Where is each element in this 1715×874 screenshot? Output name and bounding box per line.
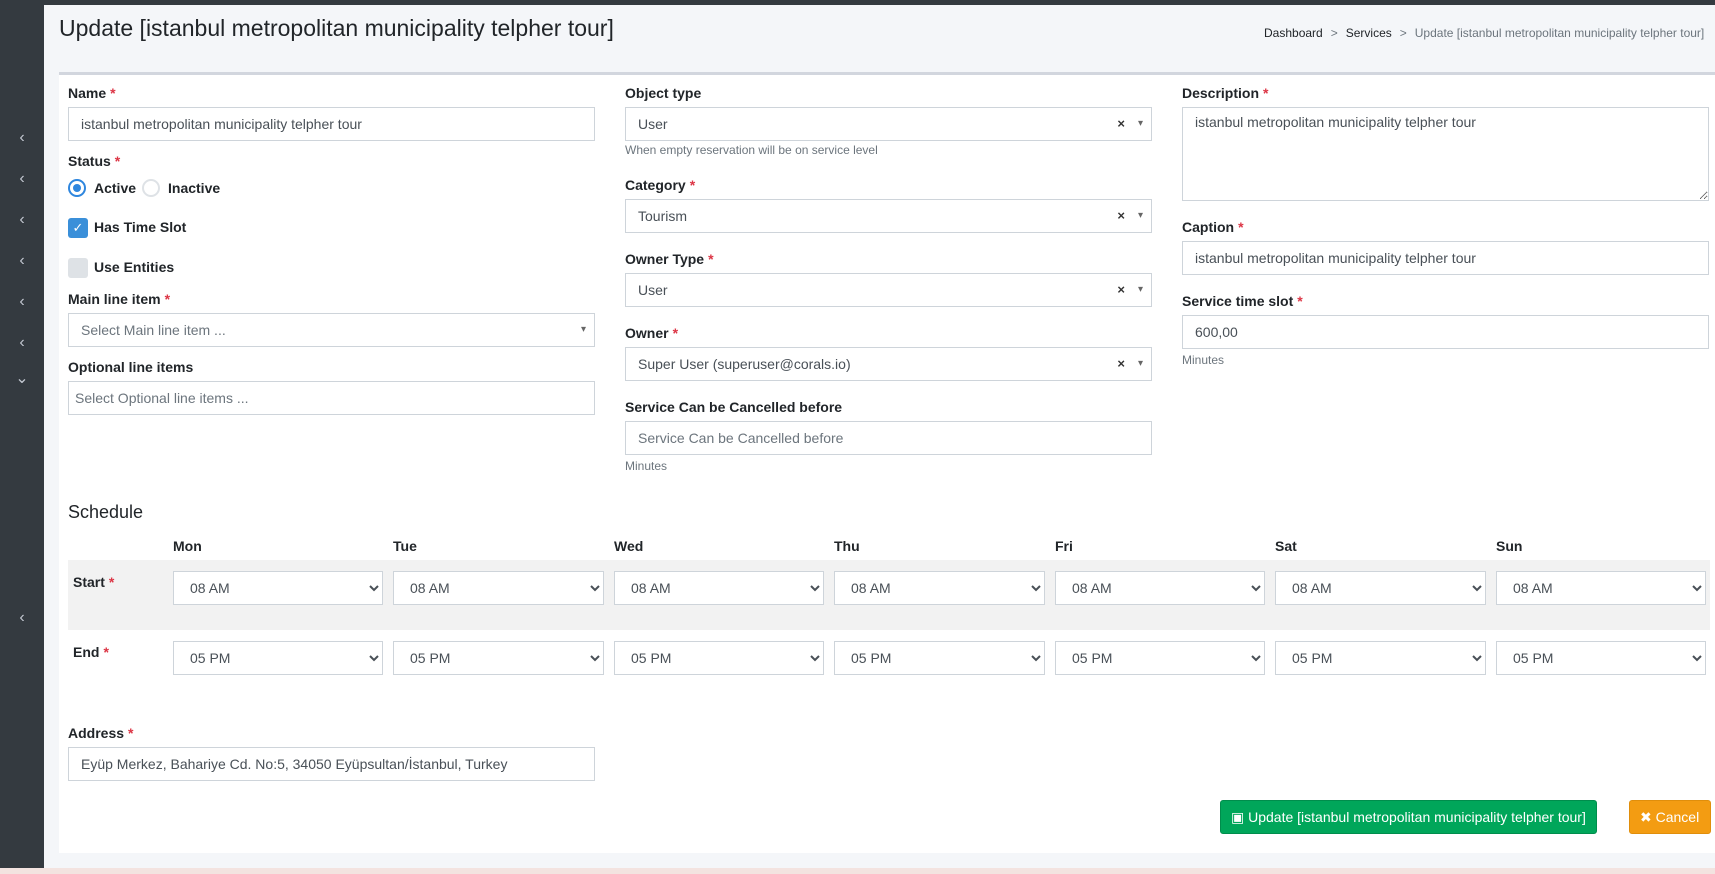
- schedule-day-header: Mon: [173, 538, 202, 554]
- sidebar-chevron-left-icon[interactable]: ‹: [0, 169, 44, 189]
- schedule-title: Schedule: [68, 502, 144, 522]
- object-type-label: Object type: [625, 85, 702, 101]
- form-card: Name * istanbul metropolitan municipality…: [59, 72, 1715, 853]
- sidebar-chevron-left-icon[interactable]: ‹: [0, 292, 44, 312]
- sidebar-chevron-left-icon[interactable]: ‹: [0, 333, 44, 353]
- chevron-down-icon: ▾: [1137, 284, 1143, 295]
- main-content: Update [istanbul metropolitan municipali…: [44, 5, 1715, 868]
- breadcrumb-separator: >: [1399, 26, 1407, 40]
- schedule-start-tue-select[interactable]: 08 AM: [393, 571, 604, 605]
- clear-icon[interactable]: ×: [1117, 108, 1125, 140]
- service-time-slot-label: Service time slot *: [1182, 293, 1303, 309]
- name-label: Name *: [68, 85, 116, 101]
- chevron-down-icon: ▾: [1137, 118, 1143, 129]
- optional-line-items-label: Optional line items: [68, 359, 194, 375]
- schedule-day-header: Fri: [1055, 538, 1073, 554]
- address-input[interactable]: Eyüp Merkez, Bahariye Cd. No:5, 34050 Ey…: [68, 747, 595, 781]
- status-active-label: Active: [94, 180, 137, 196]
- sidebar-chevron-left-icon[interactable]: ‹: [0, 608, 44, 628]
- schedule-day-header: Sun: [1496, 538, 1523, 554]
- object-type-help: When empty reservation will be on servic…: [625, 143, 878, 157]
- sidebar-chevron-left-icon[interactable]: ‹: [0, 210, 44, 230]
- has-time-slot-label: Has Time Slot: [94, 219, 187, 235]
- name-input[interactable]: istanbul metropolitan municipality telph…: [68, 107, 595, 141]
- sidebar: ‹ ‹ ‹ ‹ ‹ ‹ ⌄ ‹: [0, 5, 44, 869]
- description-textarea[interactable]: istanbul metropolitan municipality telph…: [1182, 107, 1709, 201]
- main-line-item-label: Main line item *: [68, 291, 171, 307]
- breadcrumb-separator: >: [1330, 26, 1338, 40]
- schedule-day-header: Sat: [1275, 538, 1297, 554]
- breadcrumb-dashboard-link[interactable]: Dashboard: [1264, 26, 1323, 40]
- cancel-button[interactable]: ✖ Cancel: [1629, 800, 1711, 834]
- save-icon: ▣: [1231, 809, 1249, 825]
- status-inactive-label: Inactive: [168, 180, 221, 196]
- caption-label: Caption *: [1182, 219, 1244, 235]
- sidebar-chevron-down-icon[interactable]: ⌄: [0, 369, 44, 389]
- schedule-start-mon-select[interactable]: 08 AM: [173, 571, 383, 605]
- clear-icon[interactable]: ×: [1117, 348, 1125, 380]
- object-type-select[interactable]: User × ▾: [625, 107, 1152, 141]
- schedule-start-sun-select[interactable]: 08 AM: [1496, 571, 1706, 605]
- service-time-slot-help: Minutes: [1182, 353, 1225, 367]
- owner-select[interactable]: Super User (superuser@corals.io) × ▾: [625, 347, 1152, 381]
- main-line-item-select[interactable]: Select Main line item ... ▾: [68, 313, 595, 347]
- schedule-end-mon-select[interactable]: 05 PM: [173, 641, 383, 675]
- breadcrumb-current: Update [istanbul metropolitan municipali…: [1414, 26, 1705, 40]
- cancel-before-input[interactable]: Service Can be Cancelled before: [625, 421, 1152, 455]
- use-entities-label: Use Entities: [94, 259, 175, 275]
- schedule-start-wed-select[interactable]: 08 AM: [614, 571, 824, 605]
- update-button[interactable]: ▣ Update [istanbul metropolitan municipa…: [1220, 800, 1597, 834]
- bottom-strip: [0, 868, 1715, 874]
- has-time-slot-checkbox[interactable]: ✓: [68, 218, 88, 238]
- schedule-start-fri-select[interactable]: 08 AM: [1055, 571, 1265, 605]
- schedule-end-fri-select[interactable]: 05 PM: [1055, 641, 1265, 675]
- owner-label: Owner *: [625, 325, 679, 341]
- breadcrumb-services-link[interactable]: Services: [1346, 26, 1392, 40]
- address-label: Address *: [68, 725, 134, 741]
- cancel-before-help: Minutes: [625, 459, 668, 473]
- chevron-down-icon: ▾: [580, 324, 586, 335]
- breadcrumb: Dashboard > Services > Update [istanbul metr…: [1264, 26, 1715, 40]
- schedule-day-header: Wed: [614, 538, 644, 554]
- status-inactive-radio[interactable]: [142, 179, 160, 197]
- clear-icon[interactable]: ×: [1117, 274, 1125, 306]
- status-active-radio[interactable]: [68, 179, 86, 197]
- chevron-down-icon: ▾: [1137, 210, 1143, 221]
- schedule-start-thu-select[interactable]: 08 AM: [834, 571, 1045, 605]
- category-label: Category *: [625, 177, 696, 193]
- schedule-day-header: Tue: [393, 538, 417, 554]
- schedule-end-sun-select[interactable]: 05 PM: [1496, 641, 1706, 675]
- schedule-day-header: Thu: [834, 538, 860, 554]
- clear-icon[interactable]: ×: [1117, 200, 1125, 232]
- cancel-before-label: Service Can be Cancelled before: [625, 399, 843, 415]
- schedule-start-sat-select[interactable]: 08 AM: [1275, 571, 1486, 605]
- caption-input[interactable]: istanbul metropolitan municipality telph…: [1182, 241, 1709, 275]
- schedule-end-sat-select[interactable]: 05 PM: [1275, 641, 1486, 675]
- schedule-end-tue-select[interactable]: 05 PM: [393, 641, 604, 675]
- owner-type-label: Owner Type *: [625, 251, 714, 267]
- page-title: Update [istanbul metropolitan municipali…: [59, 15, 614, 41]
- category-select[interactable]: Tourism × ▾: [625, 199, 1152, 233]
- service-time-slot-input[interactable]: 600,00: [1182, 315, 1709, 349]
- chevron-down-icon: ▾: [1137, 358, 1143, 369]
- description-label: Description *: [1182, 85, 1269, 101]
- use-entities-checkbox[interactable]: [68, 258, 88, 278]
- schedule-end-label: End *: [73, 644, 109, 660]
- sidebar-chevron-left-icon[interactable]: ‹: [0, 251, 44, 271]
- status-label: Status *: [68, 153, 121, 169]
- owner-type-select[interactable]: User × ▾: [625, 273, 1152, 307]
- schedule-end-wed-select[interactable]: 05 PM: [614, 641, 824, 675]
- optional-line-items-select[interactable]: Select Optional line items ...: [68, 381, 595, 415]
- sidebar-chevron-left-icon[interactable]: ‹: [0, 128, 44, 148]
- close-icon: ✖: [1640, 809, 1656, 825]
- schedule-end-thu-select[interactable]: 05 PM: [834, 641, 1045, 675]
- schedule-start-label: Start *: [73, 574, 115, 590]
